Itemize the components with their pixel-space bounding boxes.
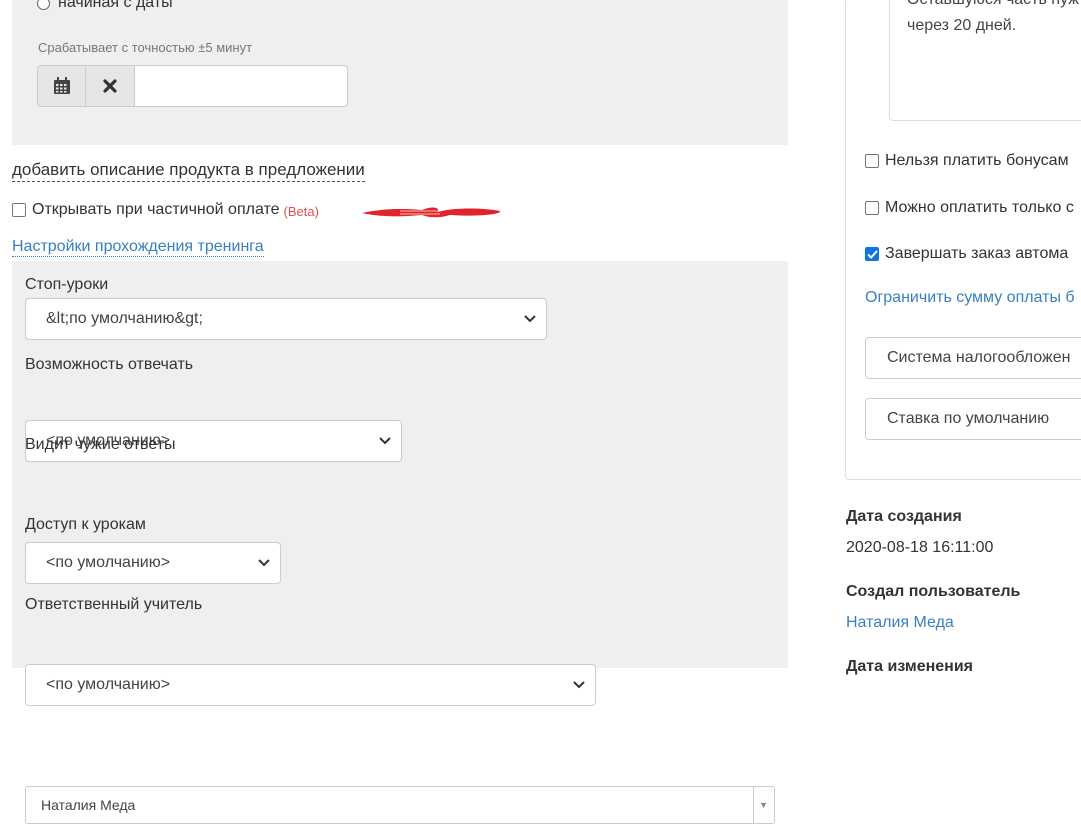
auto-complete-row[interactable]: Завершать заказ автома bbox=[865, 245, 1068, 263]
payment-note-textarea[interactable]: Оставшуюся часть нуж через 20 дней. bbox=[889, 0, 1081, 121]
no-bonus-row[interactable]: Нельзя платить бонусам bbox=[865, 152, 1069, 170]
beta-badge: (Beta) bbox=[283, 203, 319, 219]
start-date-radio[interactable] bbox=[37, 0, 50, 10]
auto-complete-label: Завершать заказ автома bbox=[885, 245, 1069, 262]
sees-others-select[interactable]: <по умолчанию> bbox=[25, 542, 281, 584]
start-date-radio-row[interactable]: начиная с даты bbox=[37, 0, 173, 12]
checkmark-icon bbox=[866, 249, 878, 259]
teacher-select[interactable]: Наталия Меда ▼ bbox=[25, 786, 775, 824]
creator-label: Создал пользователь bbox=[846, 583, 1021, 600]
created-date-label: Дата создания bbox=[846, 508, 962, 525]
default-rate-select[interactable]: Ставка по умолчанию bbox=[865, 398, 1081, 440]
date-input[interactable] bbox=[135, 65, 348, 107]
creator-link[interactable]: Наталия Меда bbox=[846, 614, 954, 632]
training-settings-link[interactable]: Настройки прохождения тренинга bbox=[12, 238, 264, 257]
partial-payment-checkbox[interactable] bbox=[12, 203, 26, 217]
payment-note-line: через 20 дней. bbox=[907, 17, 1017, 34]
partial-payment-label: Открывать при частичной оплате bbox=[32, 201, 280, 218]
no-bonus-checkbox[interactable] bbox=[865, 154, 879, 168]
lessons-access-value: <по умолчанию> bbox=[46, 676, 171, 693]
tax-system-placeholder: Система налогообложен bbox=[887, 349, 1071, 366]
created-date-value: 2020-08-18 16:11:00 bbox=[846, 539, 994, 556]
sees-others-value: <по умолчанию> bbox=[46, 554, 171, 571]
teacher-label: Ответственный учитель bbox=[25, 596, 203, 613]
precision-hint: Срабатывает с точностью ±5 минут bbox=[38, 40, 253, 55]
only-pay-row[interactable]: Можно оплатить только с bbox=[865, 199, 1074, 217]
lessons-access-select[interactable]: <по умолчанию> bbox=[25, 664, 596, 706]
default-rate-placeholder: Ставка по умолчанию bbox=[887, 410, 1050, 427]
chevron-down-icon bbox=[573, 681, 585, 689]
no-bonus-label: Нельзя платить бонусам bbox=[885, 152, 1069, 169]
stop-lessons-select[interactable]: &lt;по умолчанию&gt; bbox=[25, 298, 547, 340]
close-icon bbox=[103, 79, 117, 93]
select-divider bbox=[753, 787, 754, 823]
clear-date-button[interactable] bbox=[86, 65, 135, 107]
red-annotation-arrow bbox=[362, 207, 501, 218]
sees-others-label: Видит чужие ответы bbox=[25, 436, 176, 453]
payment-note-line: Оставшуюся часть нуж bbox=[907, 0, 1081, 13]
date-picker-group bbox=[37, 65, 348, 107]
only-pay-checkbox[interactable] bbox=[865, 201, 879, 215]
only-pay-label: Можно оплатить только с bbox=[885, 199, 1074, 216]
teacher-value: Наталия Меда bbox=[41, 797, 136, 813]
start-date-radio-label: начиная с даты bbox=[58, 0, 173, 11]
stop-lessons-label: Стоп-уроки bbox=[25, 276, 109, 293]
auto-complete-checkbox[interactable] bbox=[865, 247, 879, 261]
calendar-button[interactable] bbox=[37, 65, 86, 107]
stop-lessons-value: &lt;по умолчанию&gt; bbox=[46, 310, 203, 327]
calendar-icon bbox=[53, 77, 70, 94]
caret-down-icon: ▼ bbox=[759, 800, 768, 810]
chevron-down-icon bbox=[379, 437, 391, 445]
lessons-access-label: Доступ к урокам bbox=[25, 516, 146, 533]
chevron-down-icon bbox=[258, 559, 270, 567]
partial-payment-row[interactable]: Открывать при частичной оплате (Beta) bbox=[12, 201, 319, 219]
add-description-link[interactable]: добавить описание продукта в предложении bbox=[12, 160, 365, 182]
limit-payment-link[interactable]: Ограничить сумму оплаты б bbox=[865, 289, 1075, 307]
modified-date-label: Дата изменения bbox=[846, 658, 973, 675]
tax-system-select[interactable]: Система налогообложен bbox=[865, 337, 1081, 379]
can-answer-label: Возможность отвечать bbox=[25, 356, 194, 373]
chevron-down-icon bbox=[524, 315, 536, 323]
